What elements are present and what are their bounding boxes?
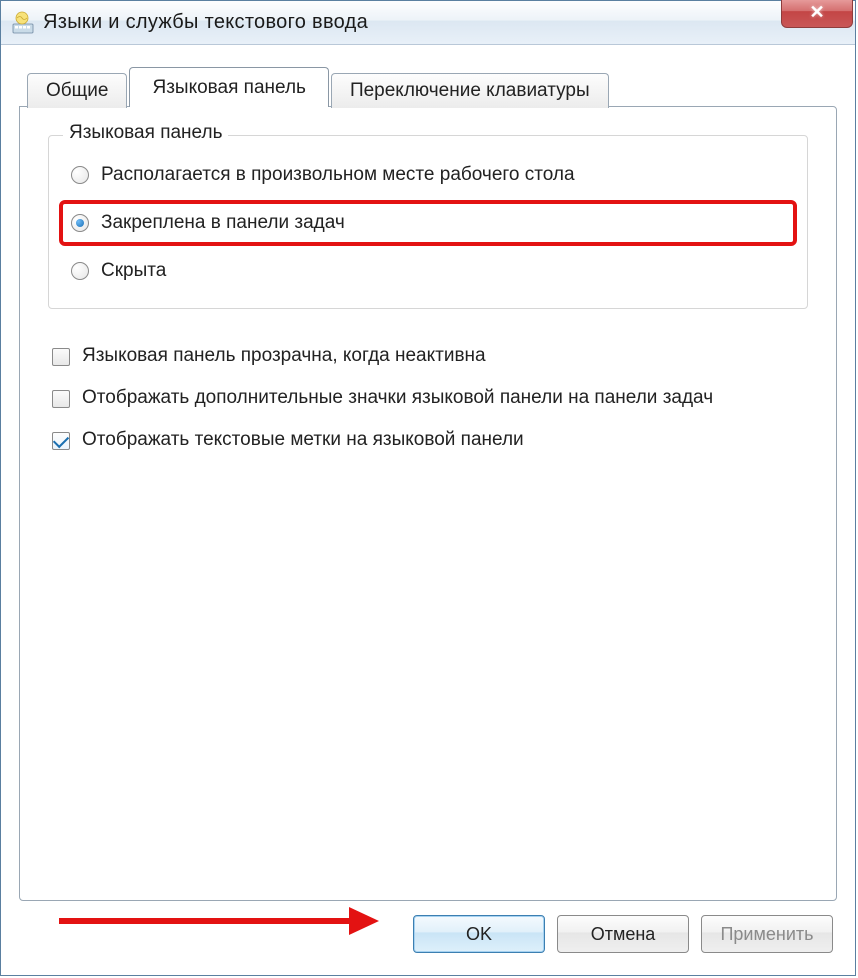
ok-button[interactable]: OK bbox=[413, 915, 545, 953]
checkbox-label: Отображать текстовые метки на языковой п… bbox=[82, 429, 524, 451]
radio-icon bbox=[71, 166, 89, 184]
checkbox-icon bbox=[52, 432, 70, 450]
content-area: Общие Языковая панель Переключение клави… bbox=[1, 45, 855, 975]
apply-button[interactable]: Применить bbox=[701, 915, 833, 953]
checkbox-label: Отображать дополнительные значки языково… bbox=[82, 387, 713, 409]
radio-docked[interactable]: Закреплена в панели задач bbox=[59, 200, 797, 246]
radio-label: Закреплена в панели задач bbox=[101, 212, 345, 234]
checkbox-icon bbox=[52, 348, 70, 366]
language-bar-group: Языковая панель Располагается в произвол… bbox=[48, 135, 808, 309]
check-transparent[interactable]: Языковая панель прозрачна, когда неактив… bbox=[48, 335, 808, 377]
checkbox-icon bbox=[52, 390, 70, 408]
group-title: Языковая панель bbox=[63, 122, 228, 144]
check-extra-icons[interactable]: Отображать дополнительные значки языково… bbox=[48, 377, 808, 419]
titlebar: Языки и службы текстового ввода ✕ bbox=[1, 1, 855, 45]
cancel-button[interactable]: Отмена bbox=[557, 915, 689, 953]
tab-language-bar[interactable]: Языковая панель bbox=[129, 67, 328, 107]
check-text-labels[interactable]: Отображать текстовые метки на языковой п… bbox=[48, 419, 808, 461]
window-title: Языки и службы текстового ввода bbox=[43, 11, 368, 34]
tab-general[interactable]: Общие bbox=[27, 73, 127, 108]
radio-hidden[interactable]: Скрыта bbox=[67, 252, 789, 290]
radio-floating[interactable]: Располагается в произвольном месте рабоч… bbox=[67, 156, 789, 194]
checkbox-label: Языковая панель прозрачна, когда неактив… bbox=[82, 345, 486, 367]
tab-keyboard-switch[interactable]: Переключение клавиатуры bbox=[331, 73, 609, 108]
tab-panel: Языковая панель Располагается в произвол… bbox=[19, 106, 837, 901]
tabstrip: Общие Языковая панель Переключение клави… bbox=[27, 67, 837, 107]
radio-label: Скрыта bbox=[101, 260, 166, 282]
app-icon bbox=[11, 11, 35, 35]
close-icon: ✕ bbox=[809, 2, 824, 23]
radio-label: Располагается в произвольном месте рабоч… bbox=[101, 164, 575, 186]
button-row: OK Отмена Применить bbox=[19, 901, 837, 957]
annotation-arrow-icon bbox=[59, 901, 379, 941]
radio-icon bbox=[71, 262, 89, 280]
close-button[interactable]: ✕ bbox=[781, 0, 853, 28]
radio-icon bbox=[71, 214, 89, 232]
dialog-window: Языки и службы текстового ввода ✕ Общие … bbox=[0, 0, 856, 976]
